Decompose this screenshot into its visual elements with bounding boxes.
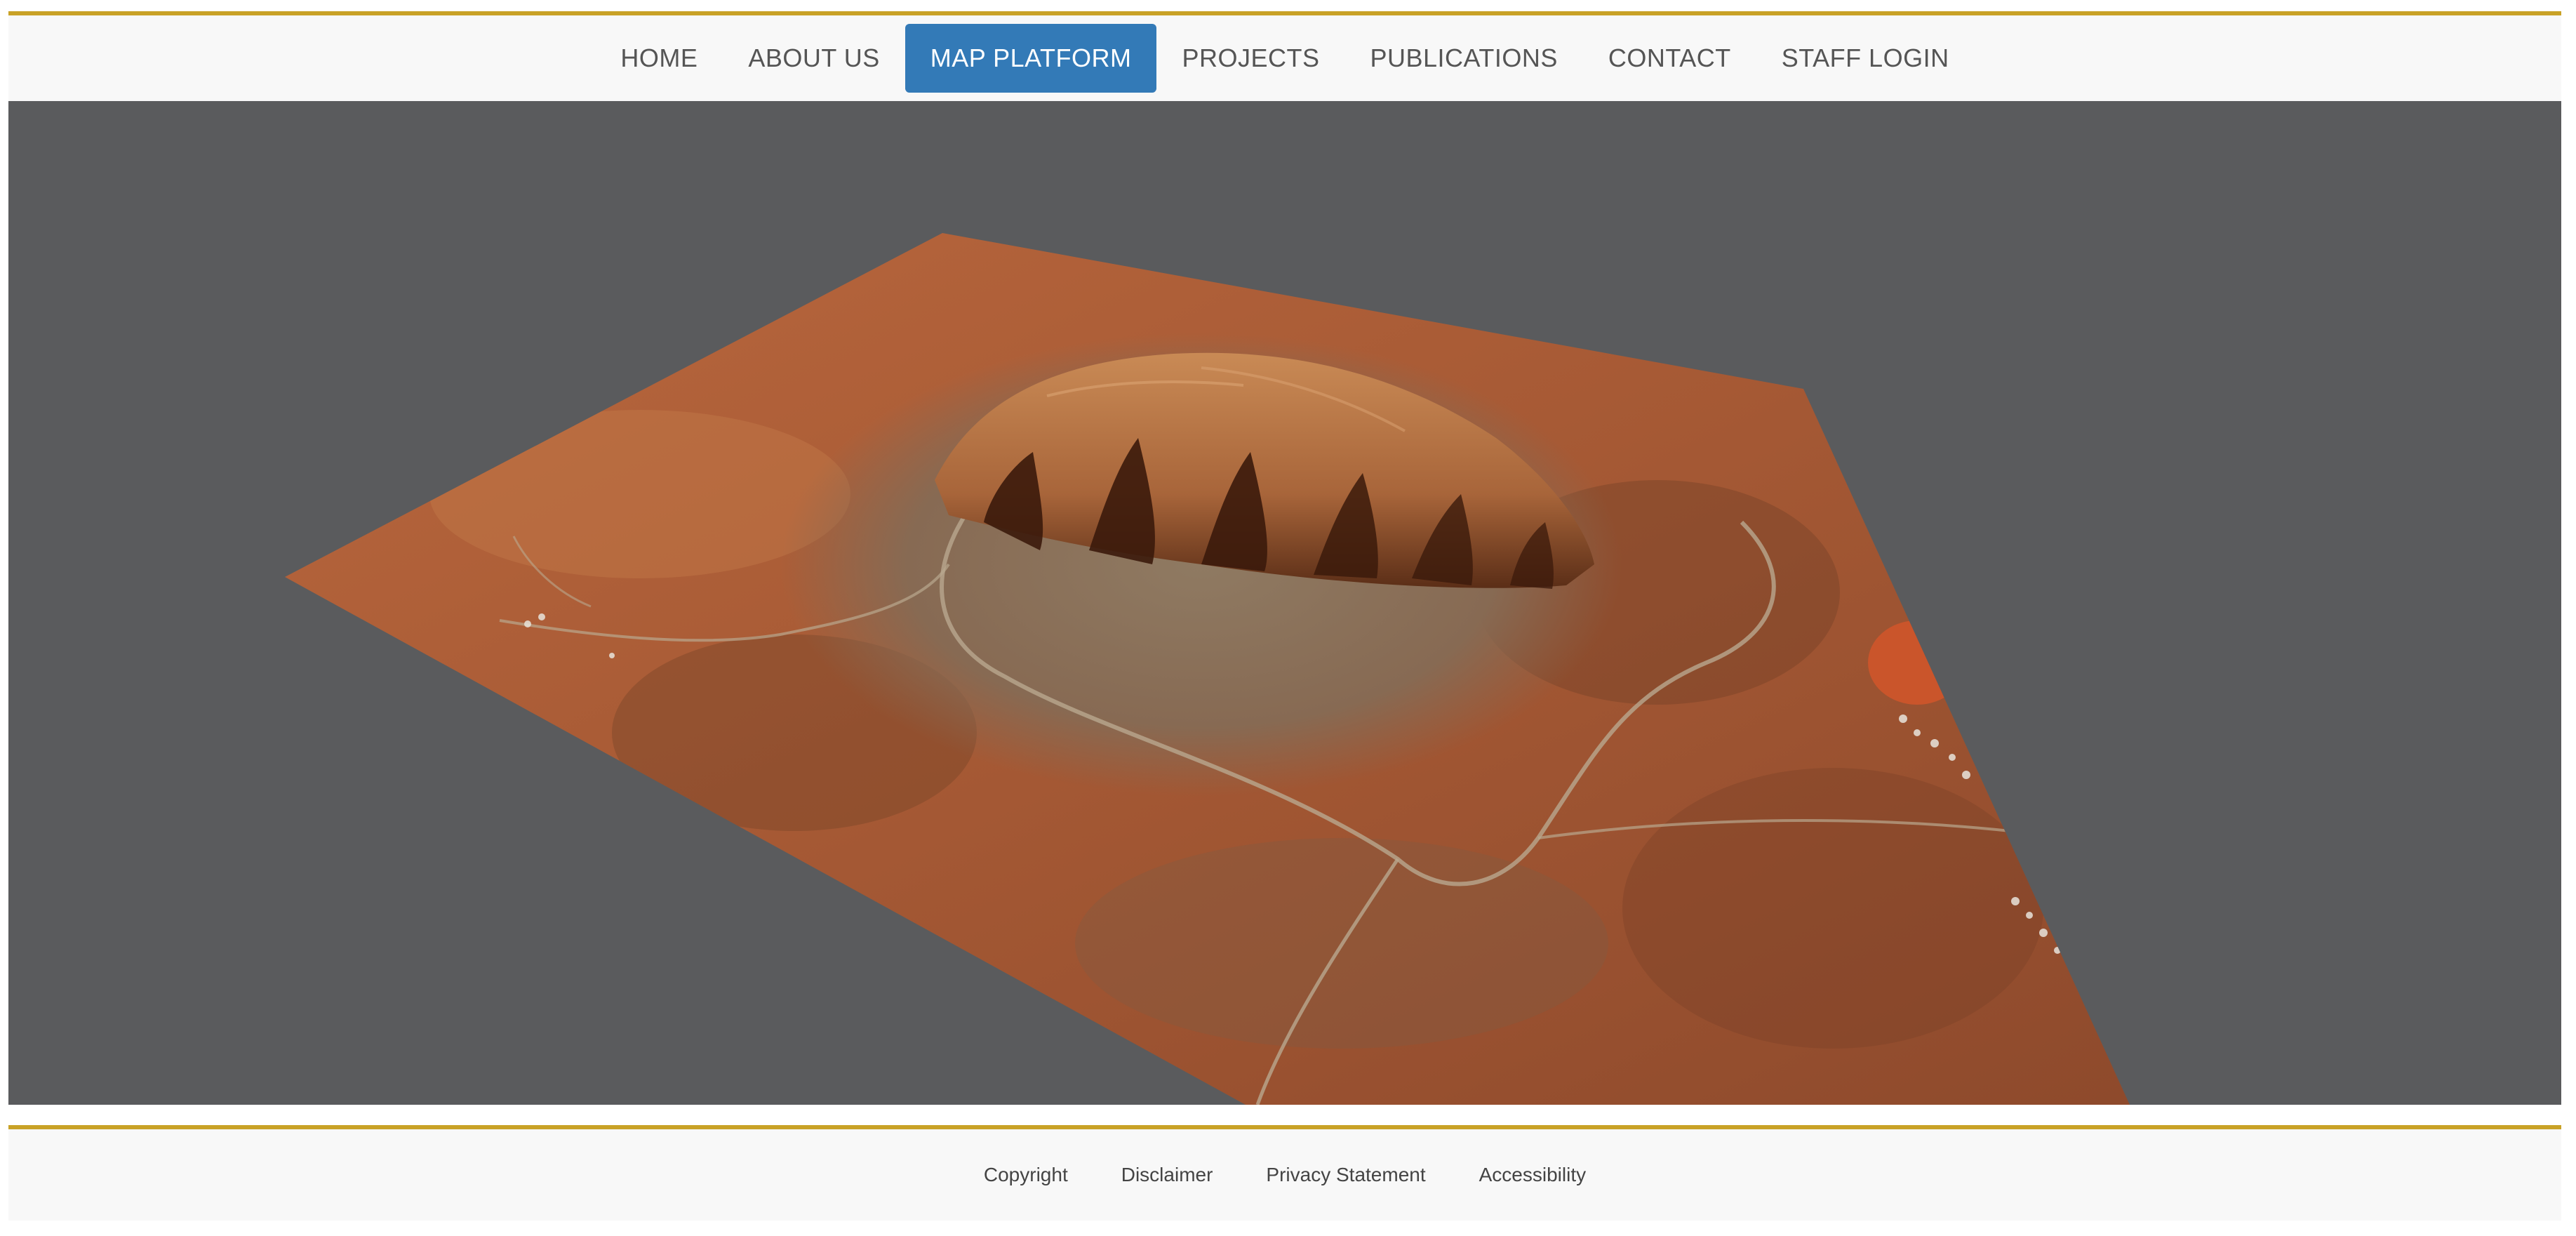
- nav-staff-login[interactable]: STAFF LOGIN: [1756, 24, 1975, 93]
- nav-home[interactable]: HOME: [595, 24, 723, 93]
- terrain-map-canvas[interactable]: [8, 101, 2561, 1105]
- footer-link-accessibility[interactable]: Accessibility: [1479, 1164, 1586, 1186]
- nav-list: HOME ABOUT US MAP PLATFORM PROJECTS PUBL…: [8, 15, 2561, 101]
- nav-publications[interactable]: PUBLICATIONS: [1345, 24, 1583, 93]
- footer-link-copyright[interactable]: Copyright: [984, 1164, 1068, 1186]
- nav-about-us[interactable]: ABOUT US: [723, 24, 905, 93]
- main-navbar: HOME ABOUT US MAP PLATFORM PROJECTS PUBL…: [8, 15, 2561, 101]
- footer-link-privacy-statement[interactable]: Privacy Statement: [1266, 1164, 1425, 1186]
- map-viewer-3d[interactable]: [8, 101, 2561, 1105]
- nav-projects[interactable]: PROJECTS: [1156, 24, 1344, 93]
- page-frame: HOME ABOUT US MAP PLATFORM PROJECTS PUBL…: [8, 0, 2561, 1236]
- footer-links: Copyright Disclaimer Privacy Statement A…: [8, 1129, 2561, 1221]
- nav-contact[interactable]: CONTACT: [1583, 24, 1756, 93]
- footer-link-disclaimer[interactable]: Disclaimer: [1121, 1164, 1213, 1186]
- page-footer: Copyright Disclaimer Privacy Statement A…: [8, 1129, 2561, 1221]
- nav-map-platform[interactable]: MAP PLATFORM: [905, 24, 1157, 93]
